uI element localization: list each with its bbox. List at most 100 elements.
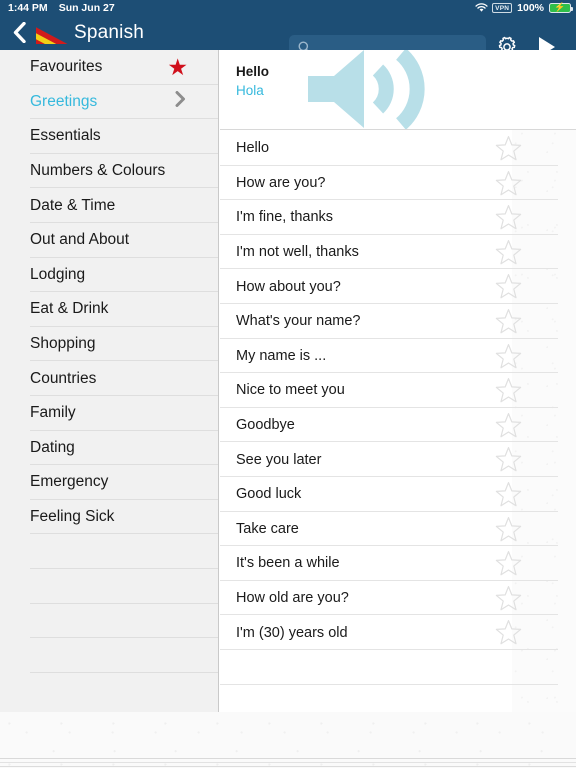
sidebar-item-lodging[interactable]: Lodging [0, 258, 218, 293]
battery-charging-icon: ⚡ [549, 2, 573, 13]
phrase-row[interactable]: Good luck [220, 477, 576, 512]
sidebar-item-empty [0, 604, 218, 639]
phrase-row-text: How are you? [236, 174, 326, 191]
star-outline-icon[interactable] [495, 377, 522, 404]
sidebar-item-emergency[interactable]: Emergency [0, 465, 218, 500]
sidebar-item-shopping[interactable]: Shopping [0, 327, 218, 362]
phrase-row[interactable]: I'm not well, thanks [220, 235, 576, 270]
phrase-row[interactable]: How old are you? [220, 581, 576, 616]
phrase-list[interactable]: Hello How are you? I'm fine, thanks I'm not… [220, 131, 576, 712]
phrase-row-text: My name is ... [236, 347, 327, 364]
phrase-row-text: I'm (30) years old [236, 624, 348, 641]
sidebar-item-empty [0, 638, 218, 673]
star-outline-icon[interactable] [495, 239, 522, 266]
sidebar-item-label: Shopping [30, 335, 96, 353]
sidebar-item-family[interactable]: Family [0, 396, 218, 431]
current-phrase-header[interactable]: Hello Hola [220, 50, 576, 130]
sidebar-item-out-and-about[interactable]: Out and About [0, 223, 218, 258]
phrase-source-text: Hello [236, 64, 270, 79]
phrase-row[interactable]: I'm fine, thanks [220, 200, 576, 235]
star-outline-icon[interactable] [495, 170, 522, 197]
phrase-row-text: It's been a while [236, 555, 340, 572]
sidebar-item-label: Numbers & Colours [30, 162, 166, 180]
phrase-row-text: Good luck [236, 486, 302, 503]
star-outline-icon[interactable] [495, 585, 522, 612]
bottom-banner [0, 712, 576, 768]
sidebar-item-countries[interactable]: Countries [0, 361, 218, 396]
sidebar-item-eat-drink[interactable]: Eat & Drink [0, 292, 218, 327]
category-sidebar[interactable]: Favourites ★ Greetings Essentials Numbers & … [0, 50, 219, 712]
phrase-row-text: Goodbye [236, 417, 295, 434]
phrase-row[interactable]: My name is ... [220, 339, 576, 374]
status-right-cluster: VPN 100% ⚡ [475, 1, 573, 14]
sidebar-item-label: Dating [30, 438, 75, 456]
back-button[interactable] [0, 15, 38, 50]
star-outline-icon[interactable] [495, 135, 522, 162]
phrase-row[interactable]: What's your name? [220, 304, 576, 339]
battery-percent: 100% [517, 1, 544, 14]
star-outline-icon[interactable] [495, 204, 522, 231]
star-outline-icon[interactable] [495, 343, 522, 370]
sidebar-item-label: Countries [30, 369, 97, 387]
sidebar-item-empty [0, 569, 218, 604]
sidebar-item-label: Family [30, 404, 76, 422]
banner-divider-3 [0, 766, 576, 767]
phrase-row-text: See you later [236, 451, 322, 468]
status-date: Sun Jun 27 [58, 1, 115, 14]
sidebar-item-empty [0, 534, 218, 569]
phrase-row-text: Take care [236, 520, 299, 537]
phrase-row[interactable]: Goodbye [220, 408, 576, 443]
sidebar-item-greetings[interactable]: Greetings [0, 85, 218, 120]
content-area: Favourites ★ Greetings Essentials Numbers & … [0, 50, 576, 712]
sidebar-item-label: Favourites [30, 58, 103, 76]
sidebar-item-dating[interactable]: Dating [0, 431, 218, 466]
star-outline-icon[interactable] [495, 412, 522, 439]
chevron-right-icon [175, 91, 186, 112]
sidebar-item-feeling-sick[interactable]: Feeling Sick [0, 500, 218, 535]
phrase-row-text: Hello [236, 140, 270, 157]
sidebar-item-label: Date & Time [30, 196, 116, 214]
sidebar-item-essentials[interactable]: Essentials [0, 119, 218, 154]
phrase-row-text: I'm fine, thanks [236, 209, 334, 226]
phrase-row-text: Nice to meet you [236, 382, 345, 399]
sidebar-item-favourites[interactable]: Favourites ★ [0, 50, 218, 85]
spanish-flag-icon [36, 22, 70, 44]
sidebar-item-date-time[interactable]: Date & Time [0, 188, 218, 223]
phrase-row[interactable]: Hello [220, 131, 576, 166]
phrase-header-text: Hello Hola [236, 63, 269, 100]
speaker-volume-icon[interactable] [308, 50, 440, 129]
sidebar-item-label: Greetings [30, 92, 98, 110]
navigation-bar: Spanish [0, 15, 576, 60]
phrase-row[interactable]: See you later [220, 442, 576, 477]
phrase-row[interactable]: How about you? [220, 269, 576, 304]
phrase-row[interactable]: Take care [220, 512, 576, 547]
star-outline-icon[interactable] [495, 516, 522, 543]
phrase-row[interactable]: I'm (30) years old [220, 615, 576, 650]
chevron-left-icon [13, 22, 26, 43]
star-outline-icon[interactable] [495, 550, 522, 577]
phrase-row-empty [220, 650, 576, 685]
phrase-translation-text: Hola [236, 83, 264, 98]
phrase-row[interactable]: It's been a while [220, 546, 576, 581]
star-outline-icon[interactable] [495, 273, 522, 300]
wifi-icon [475, 2, 488, 13]
phrase-row-text: What's your name? [236, 313, 361, 330]
sidebar-item-label: Emergency [30, 473, 109, 491]
phrase-pane: Hello Hola Hello How are you? I'm fine, th… [220, 50, 576, 712]
favourites-star-icon: ★ [167, 54, 188, 81]
banner-divider-2 [0, 762, 576, 763]
star-outline-icon[interactable] [495, 308, 522, 335]
sidebar-item-label: Lodging [30, 265, 86, 283]
phrase-row[interactable]: How are you? [220, 166, 576, 201]
sidebar-item-numbers-colours[interactable]: Numbers & Colours [0, 154, 218, 189]
phrase-row[interactable]: Nice to meet you [220, 373, 576, 408]
banner-divider-1 [0, 758, 576, 759]
sidebar-item-label: Feeling Sick [30, 508, 115, 526]
phrase-row-text: How about you? [236, 278, 341, 295]
phrase-row-text: How old are you? [236, 590, 349, 607]
star-outline-icon[interactable] [495, 446, 522, 473]
star-outline-icon[interactable] [495, 481, 522, 508]
star-outline-icon[interactable] [495, 619, 522, 646]
phrase-row-empty [220, 685, 576, 713]
status-time: 1:44 PM [8, 1, 48, 14]
